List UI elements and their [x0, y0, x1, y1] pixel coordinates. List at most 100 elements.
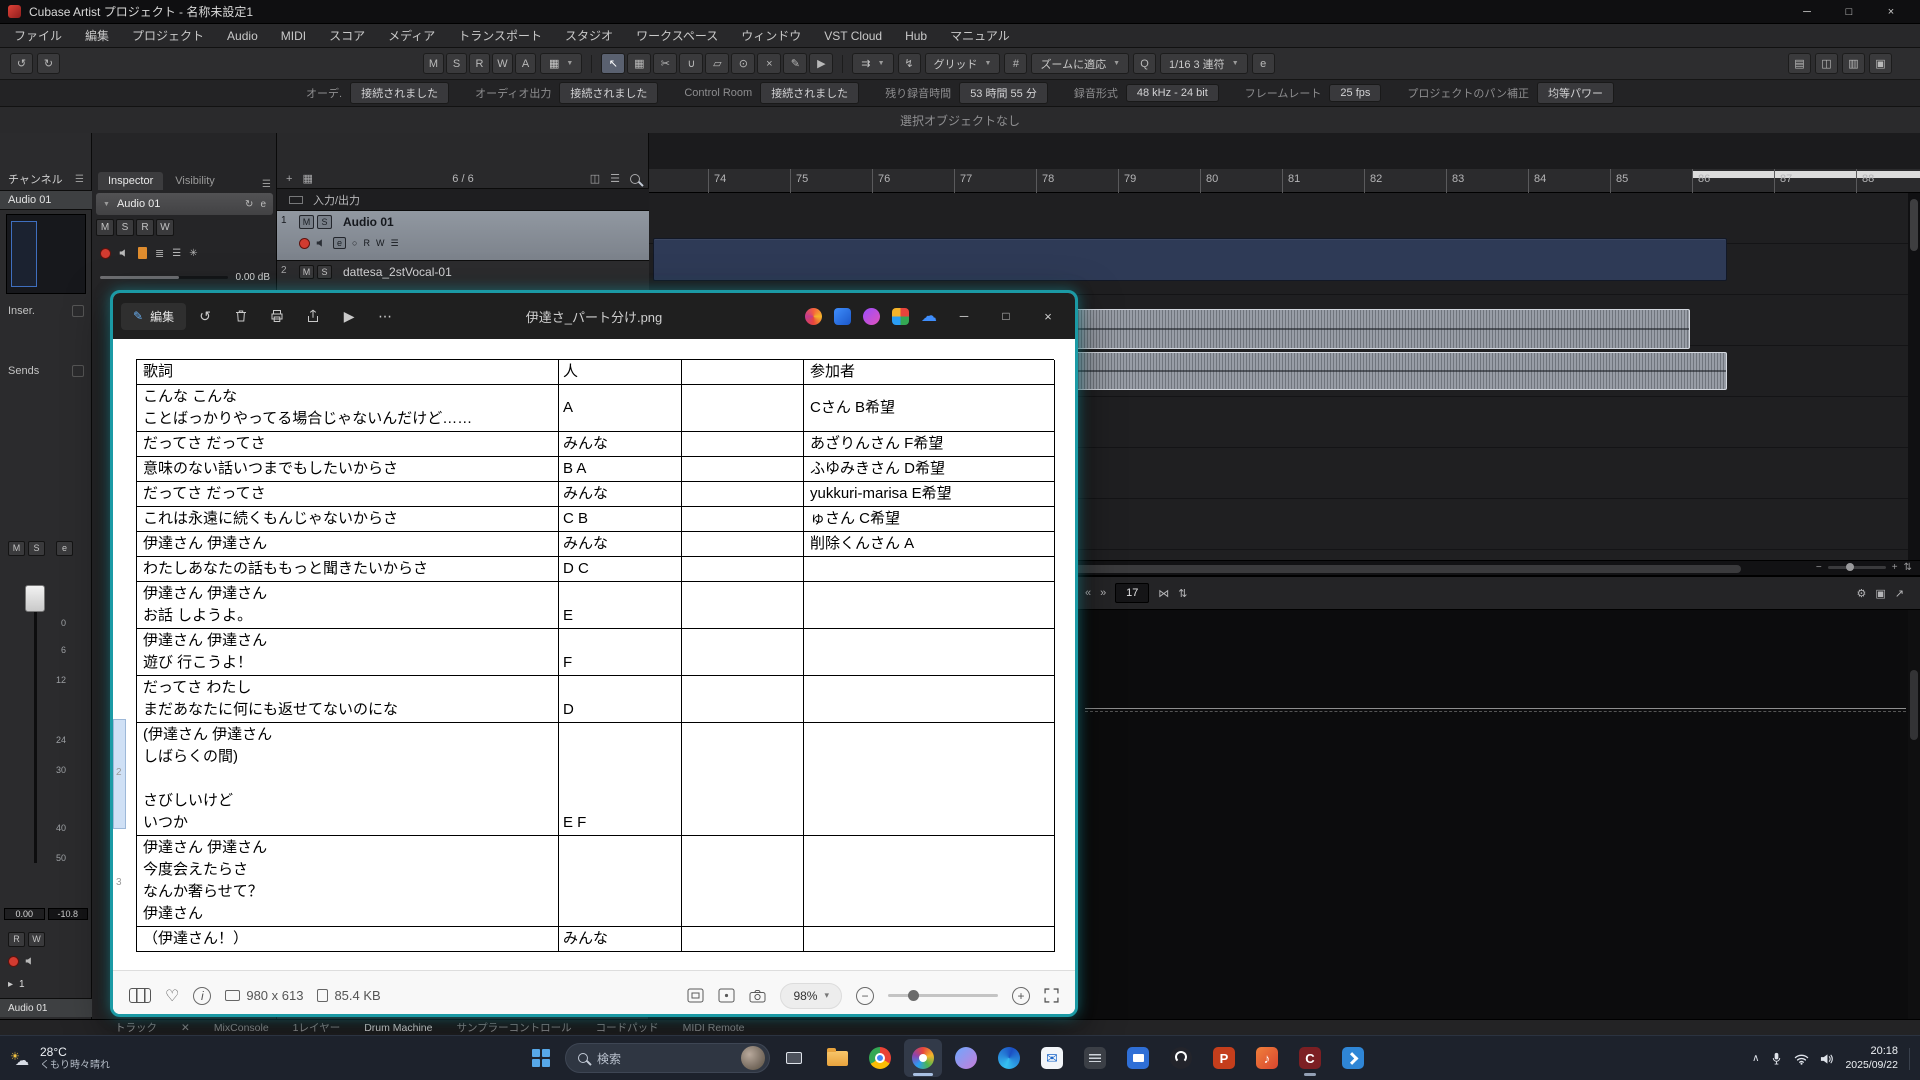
menu-item[interactable]: Hub [905, 29, 927, 43]
menu-item[interactable]: マニュアル [950, 27, 1010, 44]
menu-item[interactable]: Audio [227, 29, 258, 43]
tab-visibility[interactable]: Visibility [165, 172, 225, 190]
fullscreen-icon[interactable] [1044, 988, 1059, 1003]
vscode-icon[interactable] [1334, 1039, 1372, 1077]
status-value[interactable]: 48 kHz - 24 bit [1126, 84, 1219, 102]
zoom-slider[interactable] [1828, 566, 1886, 569]
maximize-button[interactable]: □ [1828, 0, 1870, 24]
edit-channel-icon[interactable]: e [333, 237, 346, 249]
menu-item[interactable]: スタジオ [565, 27, 613, 44]
status-value[interactable]: 接続されました [350, 82, 449, 104]
info-icon[interactable]: i [193, 987, 211, 1005]
edit-button[interactable]: e [1252, 53, 1275, 74]
menu-item[interactable]: スコア [329, 27, 365, 44]
automation-state-button[interactable]: W [492, 53, 513, 74]
selected-track-name[interactable]: Audio 01 [8, 1003, 47, 1014]
clipchamp-icon[interactable] [863, 308, 880, 325]
automation-state-button[interactable]: S [446, 53, 467, 74]
zoom-in-button[interactable]: + [1012, 987, 1030, 1005]
solo-button[interactable]: S [317, 265, 332, 279]
solo-button[interactable]: S [116, 219, 134, 236]
menu-item[interactable]: 編集 [85, 27, 109, 44]
vertical-scrollbar[interactable] [1908, 193, 1920, 560]
filmstrip-icon[interactable] [129, 988, 151, 1003]
rotate-icon[interactable]: ↺ [188, 300, 222, 332]
zoom-out-icon[interactable]: − [1816, 562, 1822, 573]
zoom-out-button[interactable]: − [856, 987, 874, 1005]
redo-icon[interactable]: ↻ [37, 53, 60, 74]
lower-zone-tab[interactable]: MIDI Remote [683, 1022, 745, 1034]
close-button[interactable]: × [1870, 0, 1912, 24]
volume-readout[interactable]: 0.00 [4, 908, 45, 920]
automation-circle-icon[interactable]: ○ [352, 238, 357, 248]
lower-zone-tab[interactable]: コードパッド [596, 1020, 659, 1035]
status-value[interactable]: 均等パワー [1537, 82, 1614, 104]
record-enable-icon[interactable] [8, 956, 19, 967]
list-icon[interactable]: ☰ [610, 172, 620, 185]
link-icon[interactable]: ⋈ [1158, 587, 1169, 600]
menu-item[interactable]: ワークスペース [636, 27, 718, 44]
onedrive-icon[interactable]: ☁ [921, 306, 937, 326]
automation-state-button[interactable]: M [423, 53, 444, 74]
slideshow-icon[interactable]: ▶ [332, 300, 366, 332]
zone-toggle-button[interactable]: ◫ [1815, 53, 1838, 74]
more-icon[interactable]: ⋯ [368, 300, 402, 332]
tool-button[interactable]: ∪ [679, 53, 703, 74]
zone-toggle-button[interactable]: ▥ [1842, 53, 1865, 74]
media-player-icon[interactable]: ♪ [1248, 1039, 1286, 1077]
monitor-icon[interactable] [316, 238, 327, 248]
delete-icon[interactable] [224, 300, 258, 332]
photos-icon[interactable] [904, 1039, 942, 1077]
tool-button[interactable]: ▶ [809, 53, 833, 74]
chrome-icon[interactable] [861, 1039, 899, 1077]
notes-icon[interactable] [1076, 1039, 1114, 1077]
read-button[interactable]: R [363, 238, 370, 248]
solo-button[interactable]: S [317, 215, 332, 229]
updown-icon[interactable]: ⇅ [1178, 587, 1187, 600]
timeline-ruler[interactable]: 747576777879808182838485868788 [649, 169, 1920, 193]
taskbar-clock[interactable]: 20:18 2025/09/22 [1845, 1045, 1898, 1072]
lower-zone-tab[interactable]: 1レイヤー [293, 1020, 341, 1035]
track-row-selected[interactable]: 1 M S Audio 01 e ○ R W ☰ [277, 211, 649, 261]
rewind-icon[interactable]: « [1085, 587, 1091, 599]
monitor-icon[interactable] [25, 956, 36, 966]
zone-toggle-button[interactable]: ▤ [1788, 53, 1811, 74]
file-explorer-icon[interactable] [818, 1039, 856, 1077]
powerpoint-icon[interactable]: P [1205, 1039, 1243, 1077]
tool-button[interactable]: ✎ [783, 53, 807, 74]
print-icon[interactable] [260, 300, 294, 332]
mute-button[interactable]: M [96, 219, 114, 236]
edit-channel-icon[interactable]: e [260, 199, 266, 210]
freeze-icon[interactable] [138, 247, 147, 259]
task-view-icon[interactable] [775, 1039, 813, 1077]
volume-icon[interactable] [1820, 1053, 1834, 1065]
tool-button[interactable]: ↖ [601, 53, 625, 74]
zoom-slider[interactable] [888, 994, 998, 997]
grid-type-icon[interactable]: # [1004, 53, 1027, 74]
search-input[interactable]: 検索 [565, 1043, 770, 1073]
show-desktop-button[interactable] [1909, 1048, 1912, 1070]
menu-item[interactable]: MIDI [281, 29, 306, 43]
add-track-icon[interactable]: + [286, 173, 292, 185]
asterisk-icon[interactable]: ✳ [189, 248, 197, 259]
snap-type-dropdown[interactable]: グリッド ▼ [925, 53, 1001, 74]
gear-icon[interactable]: ⚙ [1857, 587, 1867, 600]
panel-icon[interactable]: ▣ [1875, 587, 1885, 600]
zoom-dropdown[interactable]: 98% ▾ [780, 983, 842, 1009]
status-value[interactable]: 53 時間 55 分 [959, 82, 1048, 104]
io-row-label[interactable]: 入力/出力 [313, 192, 360, 208]
mail-icon[interactable]: ✉ [1033, 1039, 1071, 1077]
start-button[interactable] [522, 1039, 560, 1077]
zone-toggle-button[interactable]: ▣ [1869, 53, 1892, 74]
status-value[interactable]: 25 fps [1329, 84, 1381, 102]
minimize-button[interactable]: ─ [1786, 0, 1828, 24]
automation-state-button[interactable]: A [515, 53, 536, 74]
menu-item[interactable]: VST Cloud [824, 29, 882, 43]
app-grid-icon[interactable] [892, 308, 909, 325]
edge-icon[interactable] [990, 1039, 1028, 1077]
menu-item[interactable]: ファイル [14, 27, 62, 44]
autoscroll-button[interactable]: ⇉ ▼ [852, 53, 893, 74]
lower-zone-tab[interactable]: トラック [115, 1020, 157, 1035]
close-button[interactable]: × [1033, 309, 1063, 324]
lower-zone-tab[interactable]: Drum Machine [364, 1022, 432, 1034]
